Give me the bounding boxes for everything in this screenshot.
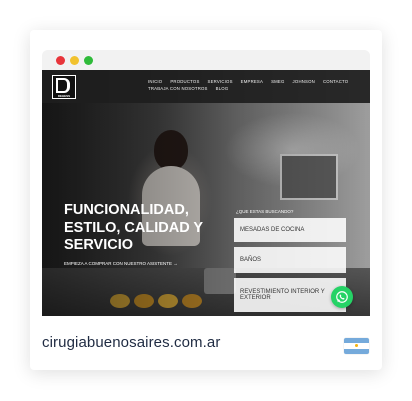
shopping-assistant-link[interactable]: EMPIEZA A COMPRAR CON NUESTRO ASISTENTE … — [64, 261, 178, 266]
nav-menu-row-2: TRABAJA CON NOSOTROS BLOG — [148, 86, 228, 91]
flag-band — [344, 348, 369, 354]
nav-link-blog[interactable]: BLOG — [216, 86, 229, 91]
hero-headline-line: SERVICIO — [64, 237, 134, 253]
website-screenshot: DEHESS INICIO PRODUCTOS SERVICIOS EMPRES… — [42, 70, 370, 316]
option-banos[interactable]: BAÑOS — [234, 247, 346, 273]
logo-mark-icon — [56, 78, 70, 93]
nav-link-servicios[interactable]: SERVICIOS — [208, 79, 233, 84]
nav-link-johnson[interactable]: JOHNSON — [293, 79, 315, 84]
argentina-flag-icon — [344, 338, 369, 354]
logo-text: DEHESS — [57, 94, 71, 98]
nav-link-empresa[interactable]: EMPRESA — [241, 79, 263, 84]
option-revestimiento[interactable]: REVESTIMIENTO INTERIOR Y EXTERIOR — [234, 278, 346, 312]
site-url[interactable]: cirugiabuenosaires.com.ar — [42, 334, 220, 351]
flag-band — [344, 343, 369, 349]
nav-link-smeg[interactable]: SMEG — [271, 79, 284, 84]
maximize-window-icon[interactable] — [84, 56, 93, 65]
option-mesadas-de-cocina[interactable]: MESADAS DE COCINA — [234, 218, 346, 242]
nav-link-inicio[interactable]: INICIO — [148, 79, 162, 84]
hero-headline-line: FUNCIONALIDAD, — [64, 202, 189, 218]
nav-menu-row-1: INICIO PRODUCTOS SERVICIOS EMPRESA SMEG … — [148, 79, 348, 84]
close-window-icon[interactable] — [56, 56, 65, 65]
search-panel-label: ¿QUE ESTAS BUSCANDO? — [236, 209, 294, 214]
whatsapp-icon[interactable] — [331, 286, 353, 308]
nav-link-trabaja[interactable]: TRABAJA CON NOSOTROS — [148, 86, 208, 91]
hero-headline-line: ESTILO, CALIDAD Y — [64, 219, 204, 236]
minimize-window-icon[interactable] — [70, 56, 79, 65]
site-logo[interactable]: DEHESS — [52, 75, 76, 99]
sun-icon — [355, 344, 358, 348]
hero-headline: FUNCIONALIDAD, ESTILO, CALIDAD Y SERVICI… — [64, 202, 203, 255]
site-navbar: DEHESS INICIO PRODUCTOS SERVICIOS EMPRES… — [42, 70, 370, 103]
website-preview-card[interactable]: DEHESS INICIO PRODUCTOS SERVICIOS EMPRES… — [30, 30, 382, 370]
nav-link-productos[interactable]: PRODUCTOS — [170, 79, 199, 84]
browser-window: DEHESS INICIO PRODUCTOS SERVICIOS EMPRES… — [42, 50, 370, 316]
browser-titlebar — [42, 50, 370, 70]
whatsapp-glyph-icon — [336, 291, 348, 303]
nav-link-contacto[interactable]: CONTACTO — [323, 79, 348, 84]
